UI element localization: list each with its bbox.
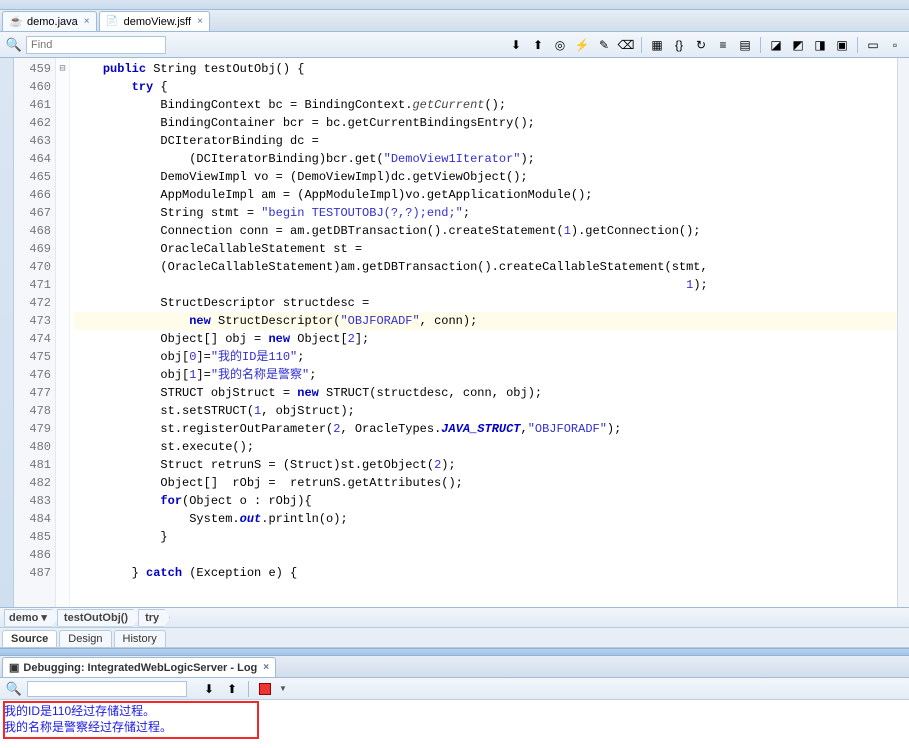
separator bbox=[857, 37, 858, 53]
close-icon[interactable]: × bbox=[195, 16, 203, 27]
refresh-icon[interactable]: ↻ bbox=[691, 35, 711, 55]
align-left-icon[interactable]: ≡ bbox=[713, 35, 733, 55]
log-line: 我的ID是110经过存储过程。 bbox=[4, 703, 905, 719]
panel2-icon[interactable]: ▫ bbox=[885, 35, 905, 55]
editor-mode-tabs: Source Design History bbox=[0, 628, 909, 648]
editor-area: 4594604614624634644654664674684694704714… bbox=[0, 58, 909, 608]
pencil-icon[interactable]: ✎ bbox=[594, 35, 614, 55]
arrow-down-icon[interactable]: ⬇ bbox=[506, 35, 526, 55]
log-toolbar: 🔍 ⬇ ⬆ ▼ bbox=[0, 678, 909, 700]
overview-ruler[interactable] bbox=[897, 58, 909, 607]
file-tab-demoview-jsff[interactable]: demoView.jsff × bbox=[99, 11, 210, 31]
left-rail bbox=[0, 58, 14, 607]
fold-column[interactable]: ⊟ bbox=[56, 58, 70, 607]
bookmark-icon[interactable]: ◪ bbox=[766, 35, 786, 55]
panel-divider[interactable] bbox=[0, 648, 909, 656]
line-number-gutter: 4594604614624634644654664674684694704714… bbox=[14, 58, 56, 607]
log-find-input[interactable] bbox=[27, 681, 187, 697]
log-tabs-bar: ▣ Debugging: IntegratedWebLogicServer - … bbox=[0, 656, 909, 678]
arrow-up-icon[interactable]: ⬆ bbox=[222, 679, 242, 699]
tab-source[interactable]: Source bbox=[2, 630, 57, 647]
file-tabs-bar: demo.java × demoView.jsff × bbox=[0, 10, 909, 32]
chevron-down-icon[interactable]: ▼ bbox=[279, 684, 287, 693]
tab-design[interactable]: Design bbox=[59, 630, 111, 647]
bookmark-next-icon[interactable]: ◨ bbox=[810, 35, 830, 55]
align-block-icon[interactable]: ▤ bbox=[735, 35, 755, 55]
log-tab-label: Debugging: IntegratedWebLogicServer - Lo… bbox=[23, 662, 257, 674]
binoculars-icon[interactable]: 🔍 bbox=[4, 35, 24, 55]
bookmark-prev-icon[interactable]: ◩ bbox=[788, 35, 808, 55]
separator bbox=[760, 37, 761, 53]
log-output[interactable]: 我的ID是110经过存储过程。 我的名称是警察经过存储过程。 bbox=[0, 700, 909, 748]
log-tab-debugging[interactable]: ▣ Debugging: IntegratedWebLogicServer - … bbox=[2, 657, 276, 677]
file-tab-label: demo.java bbox=[27, 16, 78, 28]
target-icon[interactable]: ◎ bbox=[550, 35, 570, 55]
log-line: 我的名称是警察经过存储过程。 bbox=[4, 719, 905, 735]
panel-icon: ▣ bbox=[9, 661, 19, 674]
editor-toolbar: 🔍 ⬇⬆◎⚡✎⌫ ▦{}↻≡▤ ◪◩◨▣ ▭▫ bbox=[0, 32, 909, 58]
find-input[interactable] bbox=[26, 36, 166, 54]
tab-history[interactable]: History bbox=[114, 630, 166, 647]
stop-button[interactable] bbox=[255, 679, 275, 699]
bookmark-toggle-icon[interactable]: ▣ bbox=[832, 35, 852, 55]
file-tab-label: demoView.jsff bbox=[124, 16, 191, 28]
eraser-icon[interactable]: ⌫ bbox=[616, 35, 636, 55]
close-icon[interactable]: × bbox=[261, 662, 269, 673]
code-editor[interactable]: public String testOutObj() { try { Bindi… bbox=[70, 58, 909, 607]
breadcrumb: demo ▾ testOutObj() try bbox=[0, 608, 909, 628]
java-icon bbox=[9, 15, 23, 29]
crumb-method[interactable]: testOutObj() bbox=[57, 609, 139, 627]
page-icon bbox=[106, 15, 120, 29]
separator bbox=[248, 681, 249, 697]
braces-icon[interactable]: {} bbox=[669, 35, 689, 55]
crumb-class[interactable]: demo ▾ bbox=[4, 609, 58, 627]
top-strip bbox=[0, 0, 909, 10]
new-section-icon[interactable]: ▦ bbox=[647, 35, 667, 55]
arrow-down-icon[interactable]: ⬇ bbox=[199, 679, 219, 699]
separator bbox=[641, 37, 642, 53]
arrow-up-icon[interactable]: ⬆ bbox=[528, 35, 548, 55]
close-icon[interactable]: × bbox=[82, 16, 90, 27]
file-tab-demo-java[interactable]: demo.java × bbox=[2, 11, 97, 31]
binoculars-icon[interactable]: 🔍 bbox=[4, 679, 24, 699]
highlight-icon[interactable]: ⚡ bbox=[572, 35, 592, 55]
panel-icon[interactable]: ▭ bbox=[863, 35, 883, 55]
crumb-block[interactable]: try bbox=[138, 609, 170, 627]
